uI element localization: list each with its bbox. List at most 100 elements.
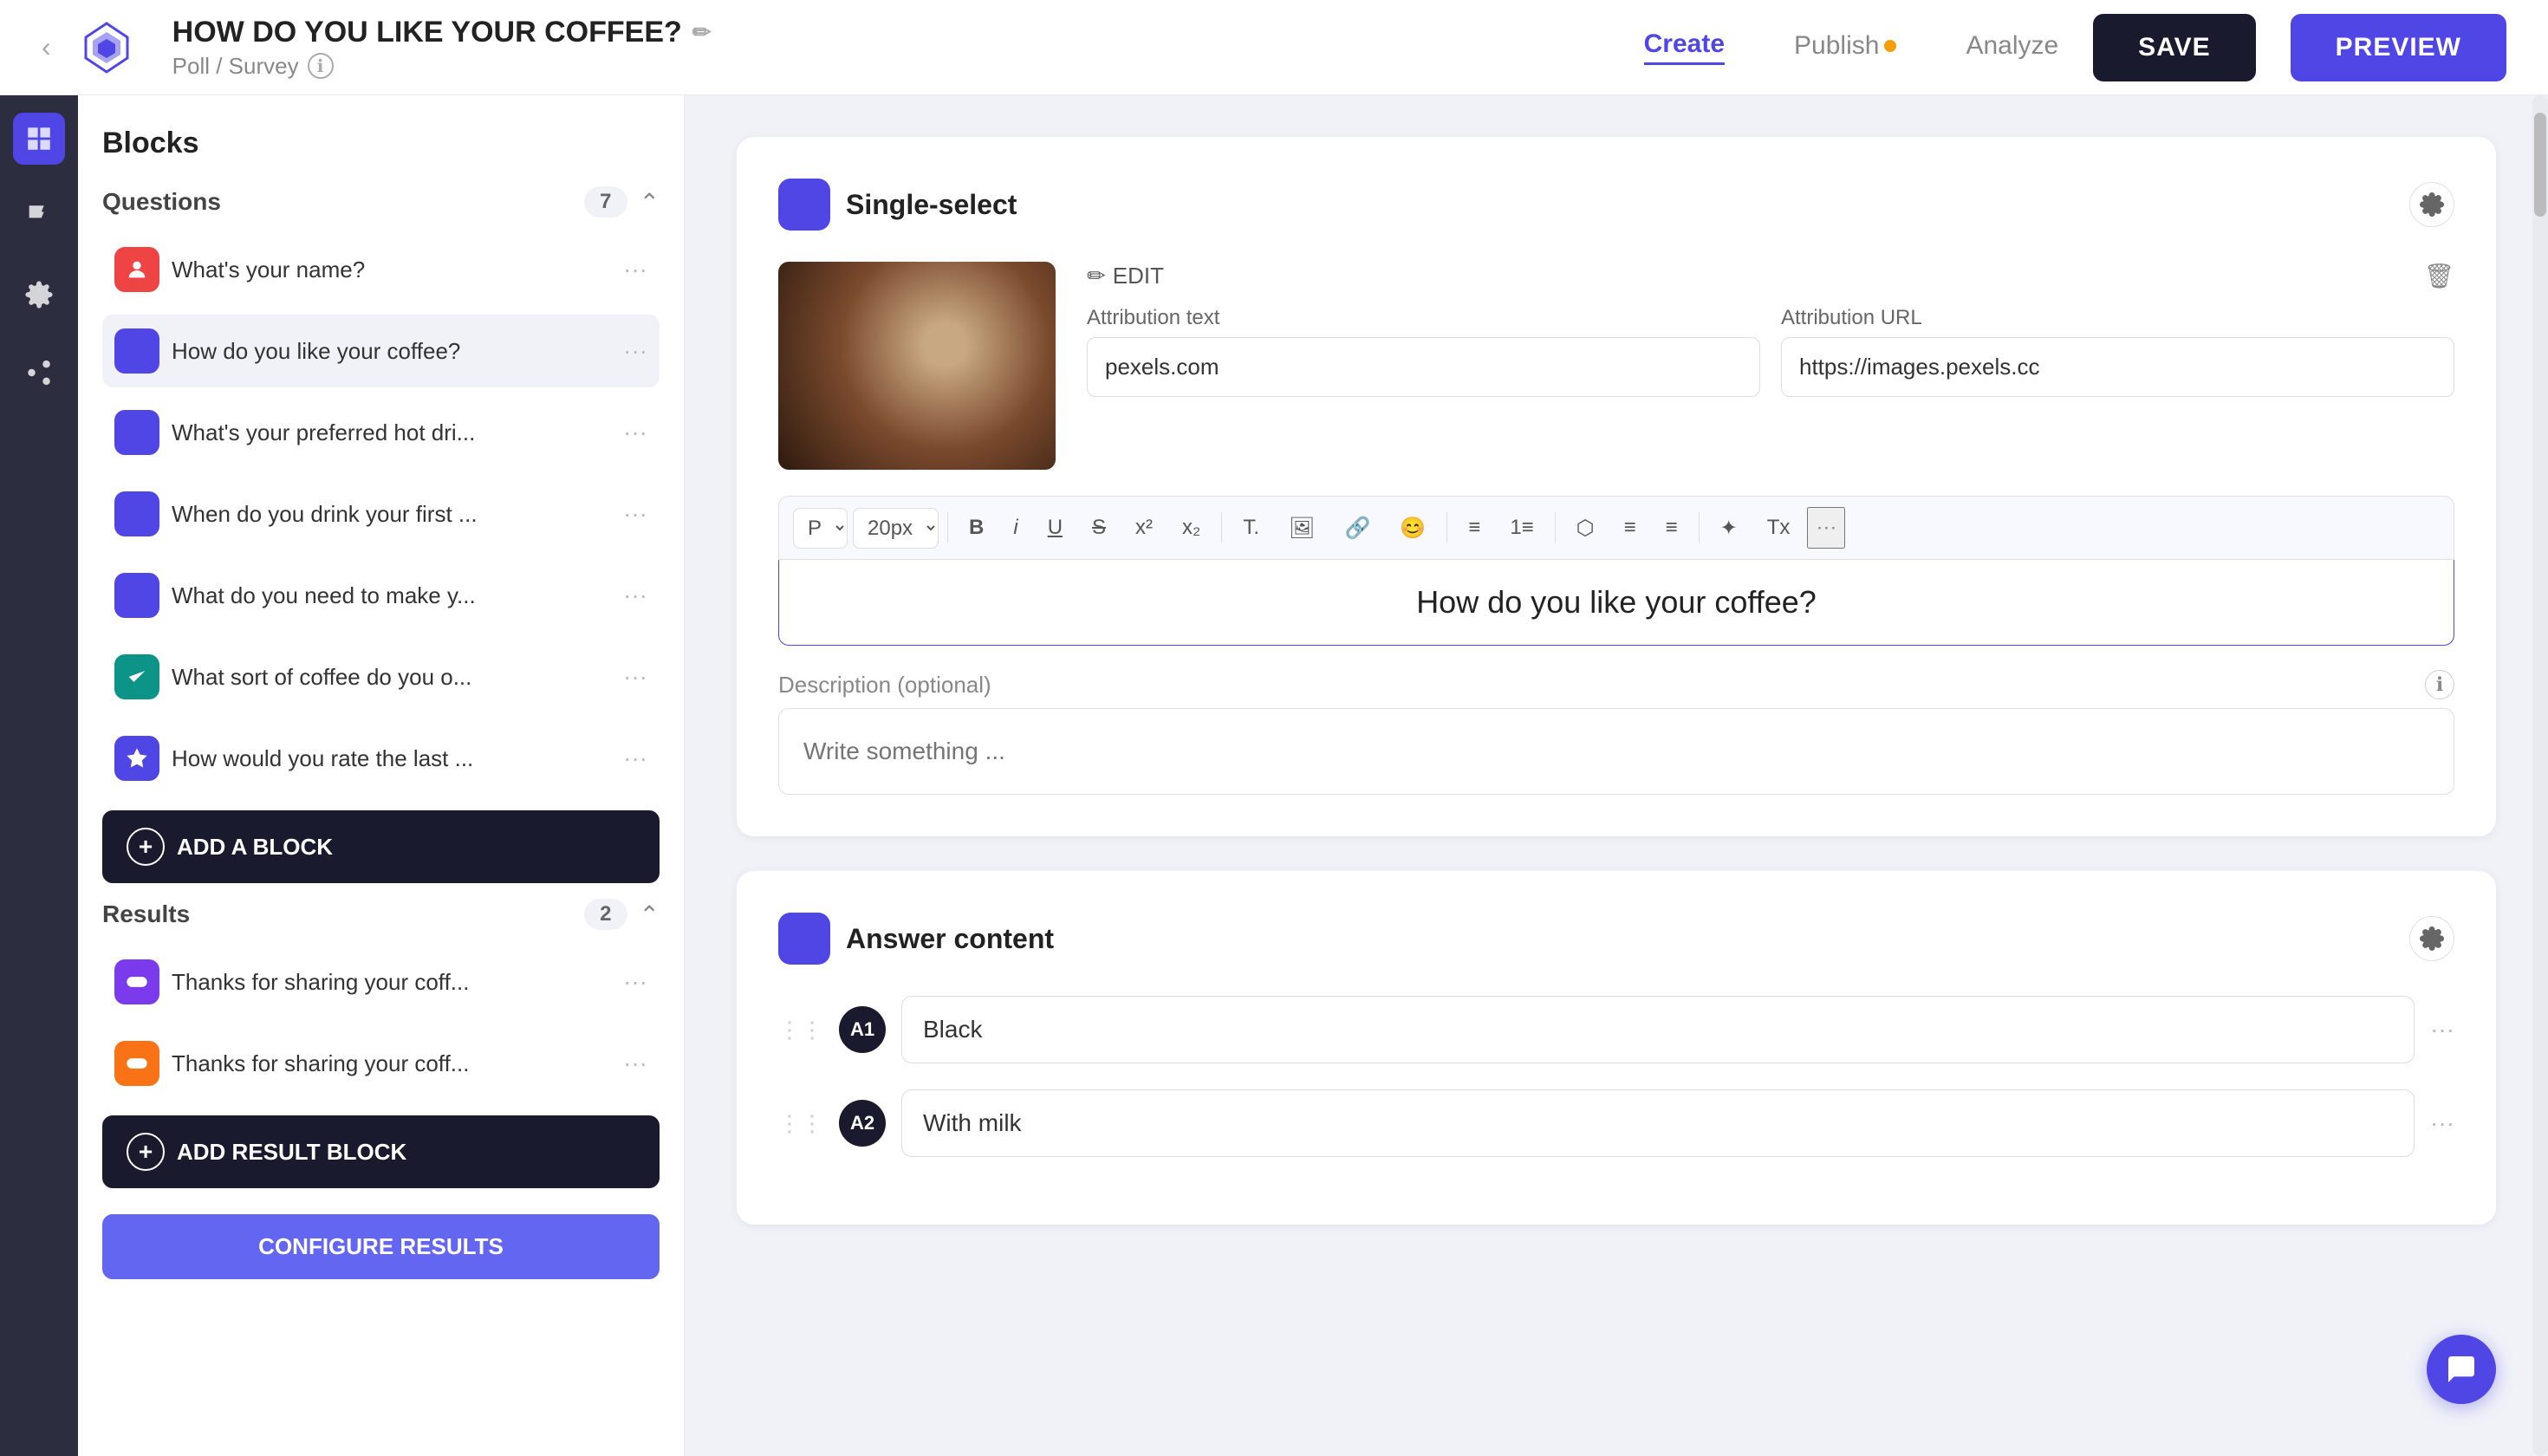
block-menu-r1[interactable]: ··· [623, 968, 647, 996]
card-title-area: Single-select [778, 179, 1017, 231]
main-content: Single-select ✏ EDIT 🗑 [685, 95, 2548, 1456]
block-text-q4: When do you drink your first ... [172, 501, 611, 528]
block-item-q1[interactable]: What's your name? ··· [102, 233, 660, 306]
chat-bubble-button[interactable] [2427, 1335, 2496, 1404]
block-icon-r2 [114, 1041, 159, 1086]
tab-create[interactable]: Create [1644, 29, 1725, 65]
block-icon-q6 [114, 654, 159, 699]
toolbar-clear-format-button[interactable]: Tx [1755, 509, 1803, 547]
add-block-button[interactable]: + ADD A BLOCK [102, 810, 660, 883]
answer-more-a2[interactable]: ··· [2430, 1109, 2454, 1137]
right-scrollbar[interactable] [2532, 95, 2548, 1456]
add-result-button[interactable]: + ADD RESULT BLOCK [102, 1115, 660, 1188]
preview-button[interactable]: PREVIEW [2291, 14, 2506, 81]
toolbar-image-button[interactable]: 🖼 [1277, 509, 1327, 548]
block-menu-q1[interactable]: ··· [623, 256, 647, 283]
toolbar-superscript-button[interactable]: x² [1123, 509, 1165, 547]
toolbar-paragraph-select[interactable]: P [793, 508, 848, 549]
survey-title-edit-icon[interactable]: ✏ [692, 19, 712, 46]
edit-header: ✏ EDIT 🗑 [1087, 262, 2454, 290]
attribution-fields: Attribution text Attribution URL [1087, 306, 2454, 397]
answer-content-label: Answer content [846, 923, 1054, 955]
block-text-r1: Thanks for sharing your coff... [172, 969, 611, 996]
toolbar-emoji-button[interactable]: 😊 [1388, 509, 1438, 548]
toolbar-subscript-button[interactable]: x₂ [1170, 509, 1212, 547]
block-item-q3[interactable]: What's your preferred hot dri... ··· [102, 396, 660, 469]
toolbar-align-left-button[interactable]: ⬡ [1564, 509, 1607, 548]
block-text-q2: How do you like your coffee? [172, 338, 611, 365]
info-icon[interactable]: ℹ [308, 53, 334, 79]
block-menu-q5[interactable]: ··· [623, 582, 647, 609]
tab-analyze[interactable]: Analyze [1966, 31, 2058, 64]
block-icon-q3 [114, 410, 159, 455]
results-section-header: Results 2 ⌃ [102, 899, 660, 930]
logo-area: ‹ [42, 16, 138, 79]
questions-collapse-btn[interactable]: ⌃ [640, 188, 660, 217]
toolbar-italic-button[interactable]: i [1001, 509, 1030, 547]
block-item-q5[interactable]: What do you need to make y... ··· [102, 559, 660, 632]
block-item-q2[interactable]: How do you like your coffee? ··· [102, 315, 660, 387]
add-block-plus-icon: + [127, 828, 165, 866]
sidebar-item-settings[interactable] [13, 269, 65, 321]
toolbar-link-button[interactable]: 🔗 [1333, 509, 1383, 548]
questions-label: Questions [102, 188, 221, 216]
block-item-r2[interactable]: Thanks for sharing your coff... ··· [102, 1027, 660, 1100]
toolbar-align-right-button[interactable]: ≡ [1654, 509, 1690, 547]
block-menu-q4[interactable]: ··· [623, 500, 647, 528]
toolbar-numbered-list-button[interactable]: 1≡ [1498, 509, 1545, 547]
toolbar-divider-3 [1446, 512, 1447, 543]
scrollbar-thumb[interactable] [2534, 113, 2546, 217]
save-button[interactable]: SAVE [2093, 14, 2255, 81]
toolbar-divider-1 [947, 512, 948, 543]
block-text-q7: How would you rate the last ... [172, 745, 611, 772]
block-menu-q2[interactable]: ··· [623, 337, 647, 365]
answer-input-a1[interactable] [901, 996, 2415, 1063]
toolbar-bullet-list-button[interactable]: ≡ [1456, 509, 1492, 547]
tab-publish[interactable]: Publish [1794, 31, 1896, 64]
blocks-panel: Blocks Questions 7 ⌃ What's your name? ·… [78, 95, 685, 1456]
toolbar-divider-5 [1699, 512, 1700, 543]
drag-handle-a2[interactable]: ⋮⋮ [778, 1110, 823, 1137]
sidebar-item-flag[interactable] [13, 191, 65, 243]
sidebar-item-blocks[interactable] [13, 113, 65, 165]
attribution-text-input[interactable] [1087, 337, 1760, 397]
single-select-settings-button[interactable] [2409, 182, 2454, 227]
answer-input-a2[interactable] [901, 1089, 2415, 1157]
block-menu-r2[interactable]: ··· [623, 1050, 647, 1077]
answer-content-card: Answer content ⋮⋮ A1 ··· ⋮⋮ A2 [737, 871, 2496, 1225]
toolbar-highlight-button[interactable]: ✦ [1708, 509, 1750, 548]
attribution-text-label: Attribution text [1087, 306, 1760, 330]
block-item-q7[interactable]: How would you rate the last ... ··· [102, 722, 660, 795]
edit-image-button[interactable]: ✏ EDIT [1087, 263, 1164, 289]
edit-fields: ✏ EDIT 🗑 Attribution text Attribution UR… [1087, 262, 2454, 397]
toolbar-underline-button[interactable]: U [1036, 509, 1075, 547]
block-menu-q7[interactable]: ··· [623, 744, 647, 772]
answer-item-a2: ⋮⋮ A2 ··· [778, 1089, 2454, 1157]
block-icon-q5 [114, 573, 159, 618]
configure-results-button[interactable]: CONFIGURE RESULTS [102, 1214, 660, 1279]
back-button[interactable]: ‹ [42, 31, 51, 63]
block-menu-q3[interactable]: ··· [623, 419, 647, 446]
toolbar-plaintext-button[interactable]: T. [1231, 509, 1271, 547]
description-info-icon[interactable]: ℹ [2425, 670, 2454, 699]
block-item-q4[interactable]: When do you drink your first ... ··· [102, 478, 660, 550]
results-collapse-btn[interactable]: ⌃ [640, 900, 660, 929]
delete-image-button[interactable]: 🗑 [2423, 262, 2454, 290]
answer-content-settings-button[interactable] [2409, 916, 2454, 961]
toolbar-bold-button[interactable]: B [957, 509, 996, 547]
description-input[interactable] [778, 708, 2454, 795]
toolbar-divider-4 [1555, 512, 1556, 543]
drag-handle-a1[interactable]: ⋮⋮ [778, 1017, 823, 1043]
block-item-q6[interactable]: What sort of coffee do you o... ··· [102, 640, 660, 713]
block-item-r1[interactable]: Thanks for sharing your coff... ··· [102, 946, 660, 1018]
toolbar-align-center-button[interactable]: ≡ [1612, 509, 1648, 547]
answer-more-a1[interactable]: ··· [2430, 1016, 2454, 1043]
block-menu-q6[interactable]: ··· [623, 663, 647, 691]
toolbar-fontsize-select[interactable]: 20px [853, 508, 939, 549]
toolbar-more-button[interactable]: ··· [1807, 507, 1845, 549]
attribution-url-input[interactable] [1781, 337, 2454, 397]
sidebar-item-share[interactable] [13, 347, 65, 399]
toolbar-strikethrough-button[interactable]: S [1080, 509, 1118, 547]
publish-badge-dot [1884, 40, 1896, 52]
question-text-input[interactable] [778, 560, 2454, 646]
